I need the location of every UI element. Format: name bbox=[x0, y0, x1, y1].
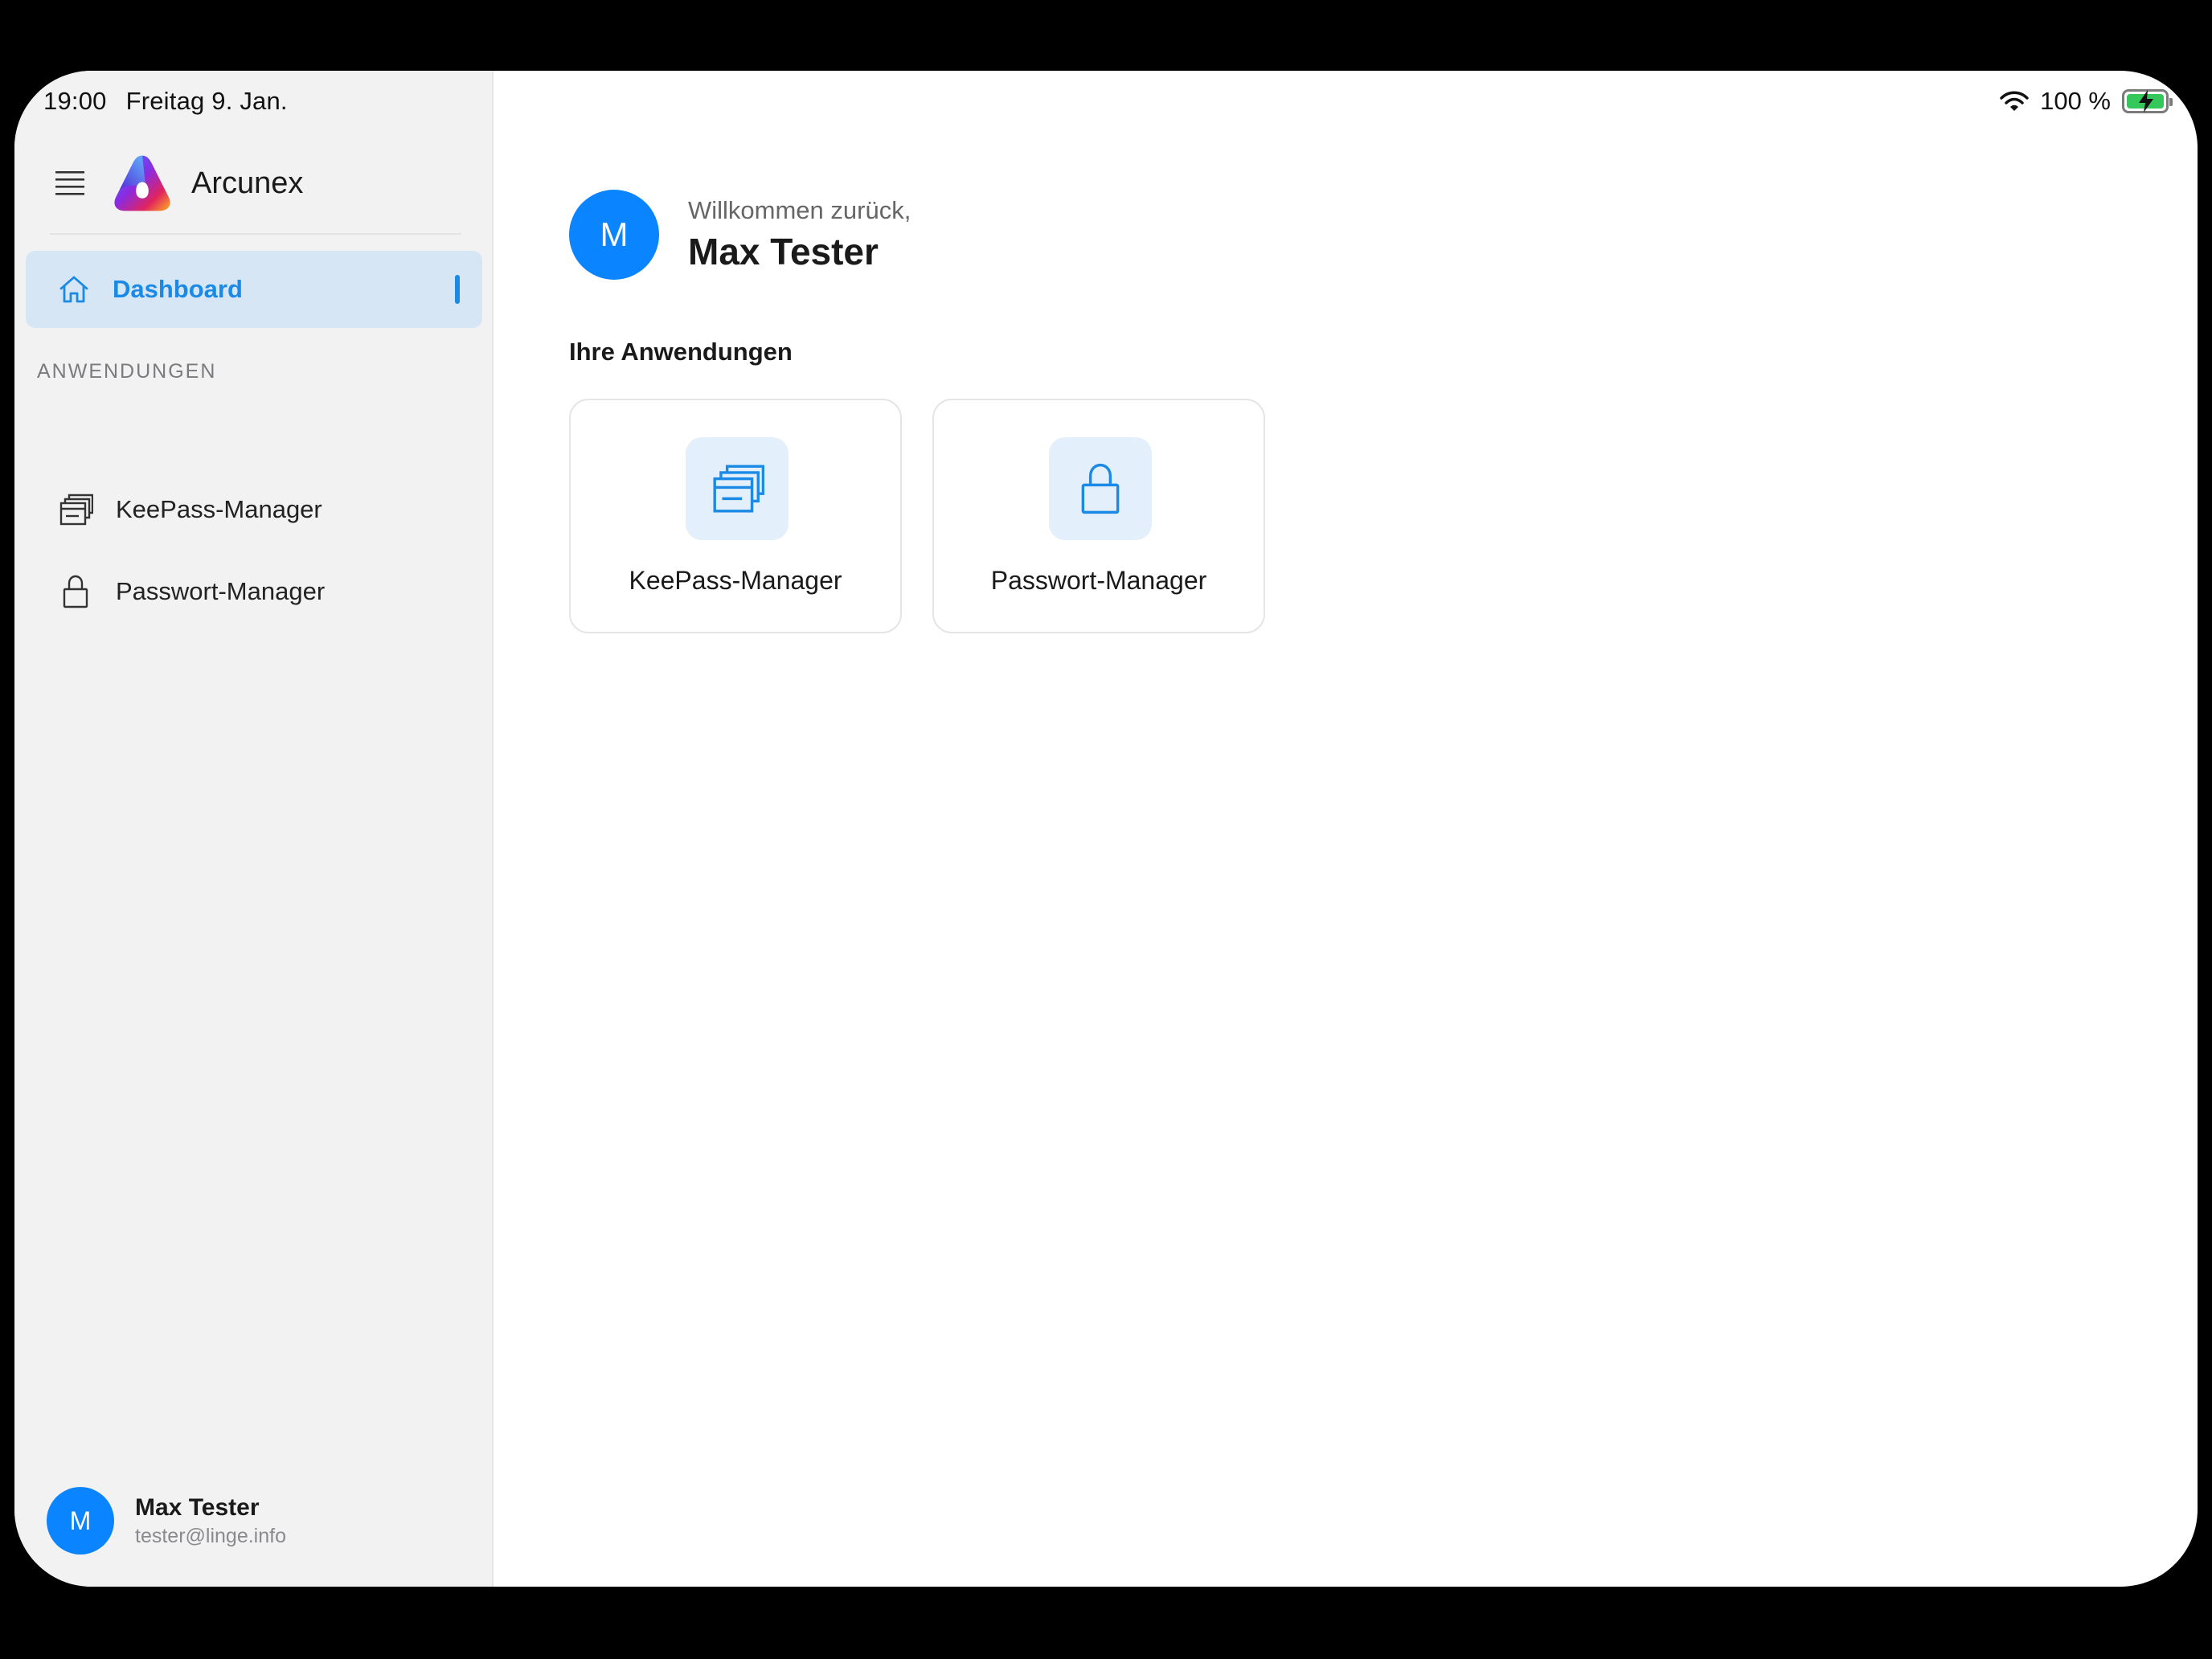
status-bar-right: 100 % bbox=[2000, 87, 2173, 116]
main-content: 100 % M Willkommen zurück, Max Tester Ih… bbox=[495, 71, 2198, 1587]
welcome-subtitle: Willkommen zurück, bbox=[688, 196, 911, 224]
home-icon bbox=[59, 276, 88, 303]
welcome-header: M Willkommen zurück, Max Tester bbox=[569, 190, 911, 280]
welcome-user-name: Max Tester bbox=[688, 231, 879, 272]
user-info: Max Tester tester@linge.info bbox=[135, 1494, 286, 1548]
app-card-label: Passwort-Manager bbox=[990, 566, 1207, 595]
avatar: M bbox=[569, 190, 659, 280]
sidebar-item-label: Passwort-Manager bbox=[116, 577, 326, 605]
user-name: Max Tester bbox=[135, 1493, 260, 1521]
sidebar-item-dashboard[interactable]: Dashboard bbox=[26, 251, 482, 328]
hamburger-icon bbox=[55, 171, 84, 195]
section-label: ANWENDUNGEN bbox=[37, 360, 217, 383]
status-time: 19:00 bbox=[43, 87, 107, 115]
stacked-windows-icon bbox=[59, 494, 93, 526]
app-icon-container bbox=[1049, 437, 1152, 540]
section-title: Ihre Anwendungen bbox=[569, 338, 793, 366]
sidebar-item-label: Dashboard bbox=[113, 275, 243, 303]
wifi-icon bbox=[2000, 91, 2029, 111]
battery-icon bbox=[2122, 89, 2173, 113]
app-card-keepass-manager[interactable]: KeePass-Manager bbox=[569, 399, 902, 633]
status-date: Freitag 9. Jan. bbox=[125, 87, 288, 115]
divider bbox=[50, 233, 461, 235]
welcome-text: Willkommen zurück, Max Tester bbox=[688, 196, 911, 273]
hamburger-menu-button[interactable] bbox=[50, 163, 90, 203]
user-profile[interactable]: M Max Tester tester@linge.info bbox=[47, 1487, 286, 1555]
brand-row: Arcunex bbox=[50, 151, 303, 215]
sidebar-item-keepass-manager[interactable]: KeePass-Manager bbox=[26, 471, 482, 548]
active-indicator bbox=[455, 275, 460, 304]
app-card-label: KeePass-Manager bbox=[629, 566, 842, 595]
stacked-windows-icon bbox=[713, 465, 764, 513]
arcunex-logo-icon bbox=[114, 155, 170, 211]
lock-icon bbox=[63, 575, 88, 608]
user-email: tester@linge.info bbox=[135, 1524, 286, 1547]
avatar: M bbox=[47, 1487, 114, 1555]
app-card-passwort-manager[interactable]: Passwort-Manager bbox=[932, 399, 1265, 633]
lock-icon bbox=[1081, 463, 1120, 514]
battery-percentage: 100 % bbox=[2040, 87, 2111, 115]
sidebar-item-label: KeePass-Manager bbox=[116, 495, 322, 523]
ipad-screen: 19:00 Freitag 9. Jan. Arcunex Dashboard … bbox=[14, 71, 2198, 1587]
charging-bolt-icon bbox=[2139, 90, 2153, 113]
brand-name: Arcunex bbox=[191, 166, 304, 200]
sidebar-item-passwort-manager[interactable]: Passwort-Manager bbox=[26, 553, 482, 630]
sidebar: 19:00 Freitag 9. Jan. Arcunex Dashboard … bbox=[14, 71, 494, 1587]
app-icon-container bbox=[686, 437, 789, 540]
status-bar-left: 19:00 Freitag 9. Jan. bbox=[43, 87, 288, 116]
